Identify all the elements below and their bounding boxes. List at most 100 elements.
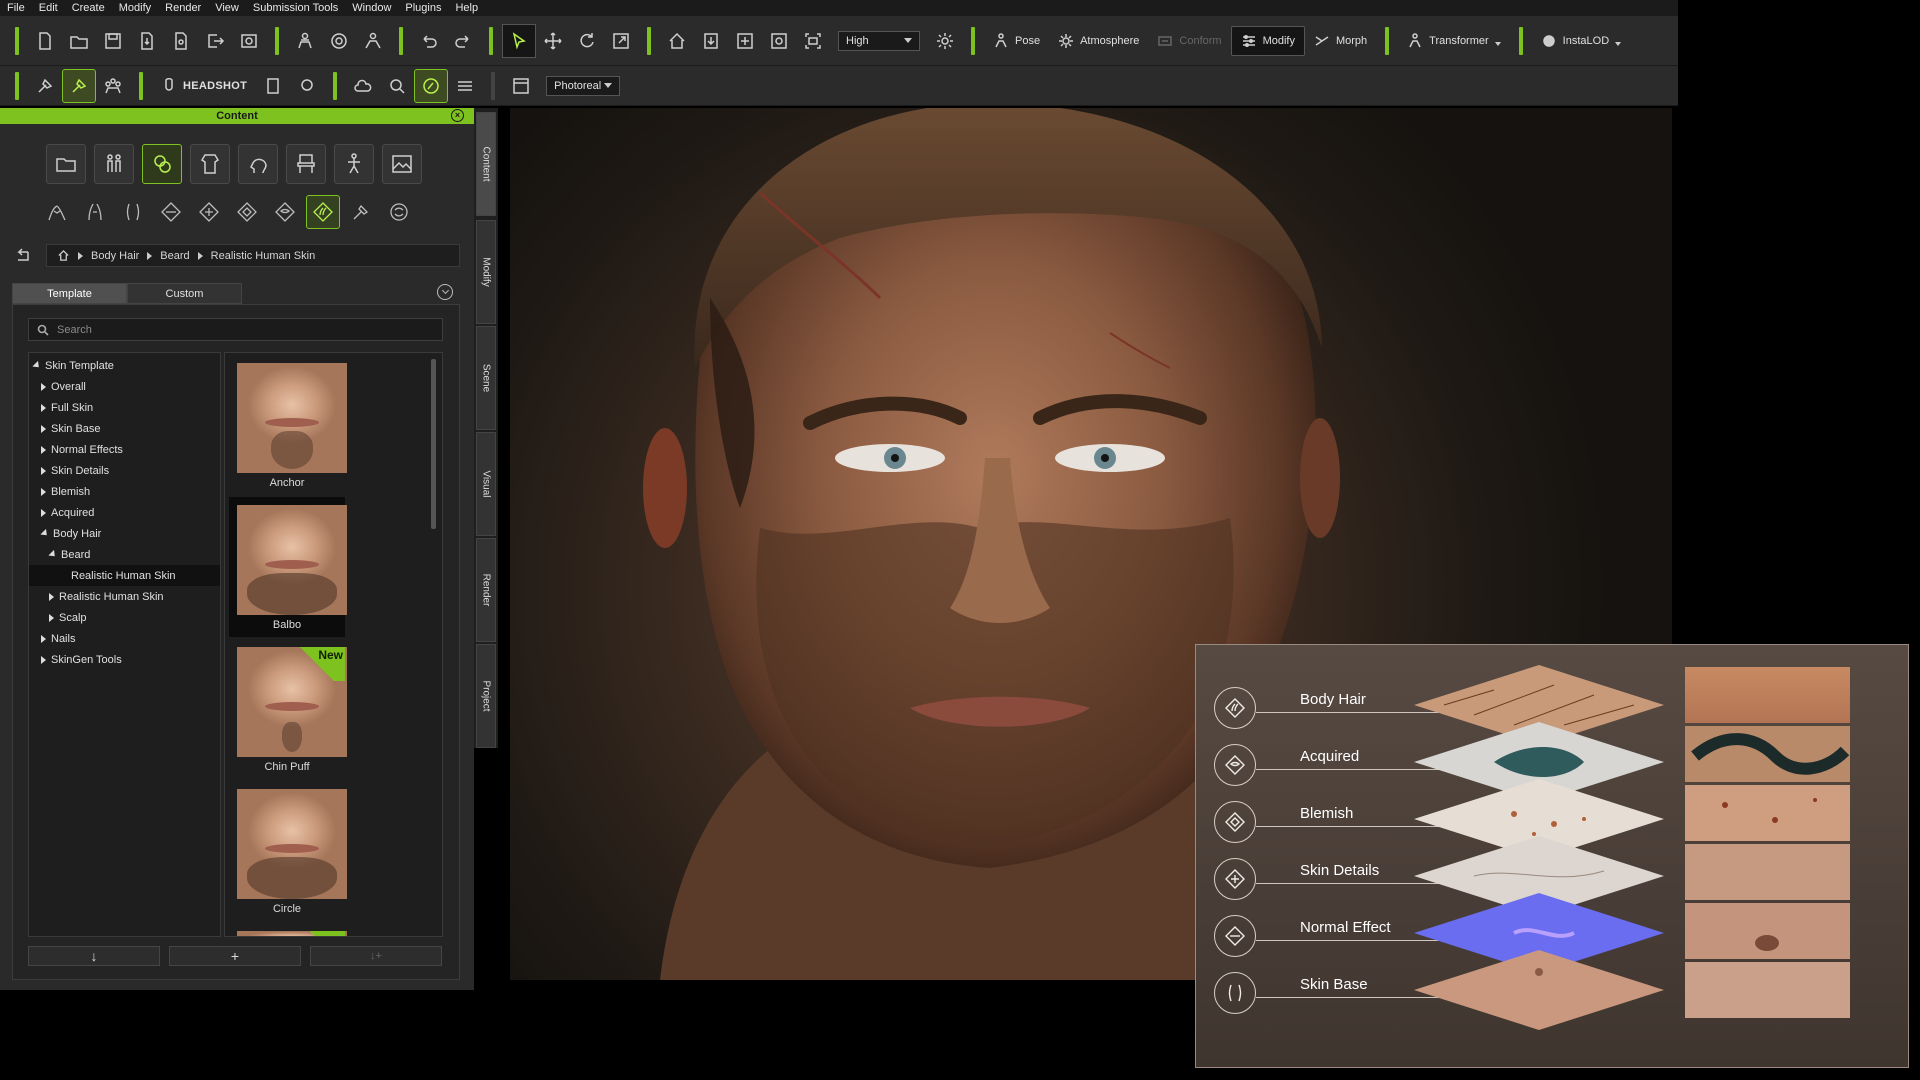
breadcrumb-item[interactable]: Beard xyxy=(160,250,189,262)
thumbnail-item[interactable] xyxy=(229,923,347,936)
target-button[interactable] xyxy=(322,24,356,58)
collapse-arrow-icon[interactable] xyxy=(49,592,54,601)
tree-item[interactable]: Scalp xyxy=(29,607,220,628)
thumbnail-item[interactable]: Anchor xyxy=(229,355,347,495)
drop-to-floor-button[interactable] xyxy=(694,24,728,58)
menu-render[interactable]: Render xyxy=(158,2,208,14)
menu-view[interactable]: View xyxy=(208,2,246,14)
conform-button[interactable]: Conform xyxy=(1148,26,1230,56)
skingen-normal-button[interactable] xyxy=(154,195,188,229)
menu-help[interactable]: Help xyxy=(448,2,485,14)
tree-item[interactable]: Nails xyxy=(29,628,220,649)
frame-selected-button[interactable] xyxy=(728,24,762,58)
expand-arrow-icon[interactable] xyxy=(40,528,50,539)
skingen-full-skin-button[interactable] xyxy=(78,195,112,229)
collapse-arrow-icon[interactable] xyxy=(41,445,46,454)
render-output-button[interactable] xyxy=(232,24,266,58)
collapse-arrow-icon[interactable] xyxy=(41,508,46,517)
motion-category-button[interactable] xyxy=(334,144,374,184)
tree-item[interactable]: Skin Details xyxy=(29,460,220,481)
collapse-arrow-icon[interactable] xyxy=(41,382,46,391)
skingen-blemish-button[interactable] xyxy=(230,195,264,229)
merge-button[interactable] xyxy=(164,24,198,58)
panel-layout-button[interactable] xyxy=(504,69,538,103)
crowd-button[interactable] xyxy=(96,69,130,103)
download-button[interactable]: ↓ xyxy=(28,946,160,966)
tree-item[interactable]: Body Hair xyxy=(29,523,220,544)
collapse-arrow-icon[interactable] xyxy=(41,403,46,412)
tree-item[interactable]: Normal Effects xyxy=(29,439,220,460)
tree-item[interactable]: Blemish xyxy=(29,481,220,502)
tree-item[interactable]: SkinGen Tools xyxy=(29,649,220,670)
menu-plugins[interactable]: Plugins xyxy=(398,2,448,14)
avatar-category-button[interactable] xyxy=(94,144,134,184)
skin-category-button[interactable] xyxy=(142,144,182,184)
pose-button[interactable]: Pose xyxy=(984,26,1049,56)
new-file-button[interactable] xyxy=(28,24,62,58)
side-tab-render[interactable]: Render xyxy=(476,538,496,642)
tree-item[interactable]: Skin Base xyxy=(29,418,220,439)
expand-arrow-icon[interactable] xyxy=(48,549,58,560)
open-file-button[interactable] xyxy=(62,24,96,58)
move-tool-button[interactable] xyxy=(536,24,570,58)
breadcrumb-item[interactable]: Body Hair xyxy=(91,250,139,262)
skin-editor-button[interactable] xyxy=(414,68,449,103)
collapse-arrow-icon[interactable] xyxy=(49,613,54,622)
tab-options-button[interactable] xyxy=(437,284,453,300)
collapse-arrow-icon[interactable] xyxy=(41,655,46,664)
search-input[interactable] xyxy=(57,323,417,336)
back-button[interactable] xyxy=(14,248,32,264)
home-view-button[interactable] xyxy=(660,24,694,58)
skingen-tools-button[interactable] xyxy=(382,195,416,229)
skingen-skin-base-button[interactable] xyxy=(116,195,150,229)
thumbnail-item[interactable]: Balbo xyxy=(229,497,347,637)
headshot-option-1-button[interactable] xyxy=(256,69,290,103)
side-tab-modify[interactable]: Modify xyxy=(476,220,496,324)
thumbnail-item[interactable]: Circle xyxy=(229,781,347,921)
breadcrumb-item[interactable]: Realistic Human Skin xyxy=(211,250,316,262)
instalod-button[interactable]: InstaLOD xyxy=(1532,26,1630,56)
import-button[interactable] xyxy=(130,24,164,58)
collapse-arrow-icon[interactable] xyxy=(41,487,46,496)
breadcrumb-home-icon[interactable] xyxy=(57,249,70,262)
character-button[interactable] xyxy=(288,24,322,58)
menu-edit[interactable]: Edit xyxy=(32,2,65,14)
cloud-button[interactable] xyxy=(346,69,380,103)
skingen-body-hair-button[interactable] xyxy=(306,195,340,229)
close-icon[interactable]: × xyxy=(451,109,464,122)
side-tab-content[interactable]: Content xyxy=(476,112,496,216)
folder-category-button[interactable] xyxy=(46,144,86,184)
side-tab-project[interactable]: Project xyxy=(476,644,496,748)
clothing-category-button[interactable] xyxy=(190,144,230,184)
morph-button[interactable]: Morph xyxy=(1305,26,1376,56)
settings-button[interactable] xyxy=(448,69,482,103)
tree-item[interactable]: Overall xyxy=(29,376,220,397)
skingen-brush-button[interactable] xyxy=(344,195,378,229)
menu-submission-tools[interactable]: Submission Tools xyxy=(246,2,345,14)
collapse-arrow-icon[interactable] xyxy=(41,466,46,475)
undo-button[interactable] xyxy=(412,24,446,58)
rotate-tool-button[interactable] xyxy=(570,24,604,58)
export-button[interactable] xyxy=(198,24,232,58)
collapse-arrow-icon[interactable] xyxy=(41,424,46,433)
menu-modify[interactable]: Modify xyxy=(112,2,158,14)
headshot-option-2-button[interactable] xyxy=(290,69,324,103)
skingen-acquired-button[interactable] xyxy=(268,195,302,229)
quality-select[interactable]: High xyxy=(838,30,920,51)
expand-arrow-icon[interactable] xyxy=(32,360,42,371)
tree-item[interactable]: Acquired xyxy=(29,502,220,523)
thumbnail-scrollbar[interactable] xyxy=(431,359,436,529)
modify-button[interactable]: Modify xyxy=(1230,25,1305,56)
thumbnail-item[interactable]: New Chin Puff xyxy=(229,639,347,779)
tree-item[interactable]: Full Skin xyxy=(29,397,220,418)
menu-file[interactable]: File xyxy=(0,2,32,14)
menu-create[interactable]: Create xyxy=(65,2,112,14)
atmosphere-button[interactable]: Atmosphere xyxy=(1049,26,1148,56)
select-tool-button[interactable] xyxy=(502,23,536,58)
side-tab-visual[interactable]: Visual xyxy=(476,432,496,536)
redo-button[interactable] xyxy=(446,24,480,58)
frame-all-button[interactable] xyxy=(762,24,796,58)
head-category-button[interactable] xyxy=(238,144,278,184)
add-button[interactable]: + xyxy=(169,946,301,966)
tab-custom[interactable]: Custom xyxy=(127,283,242,304)
